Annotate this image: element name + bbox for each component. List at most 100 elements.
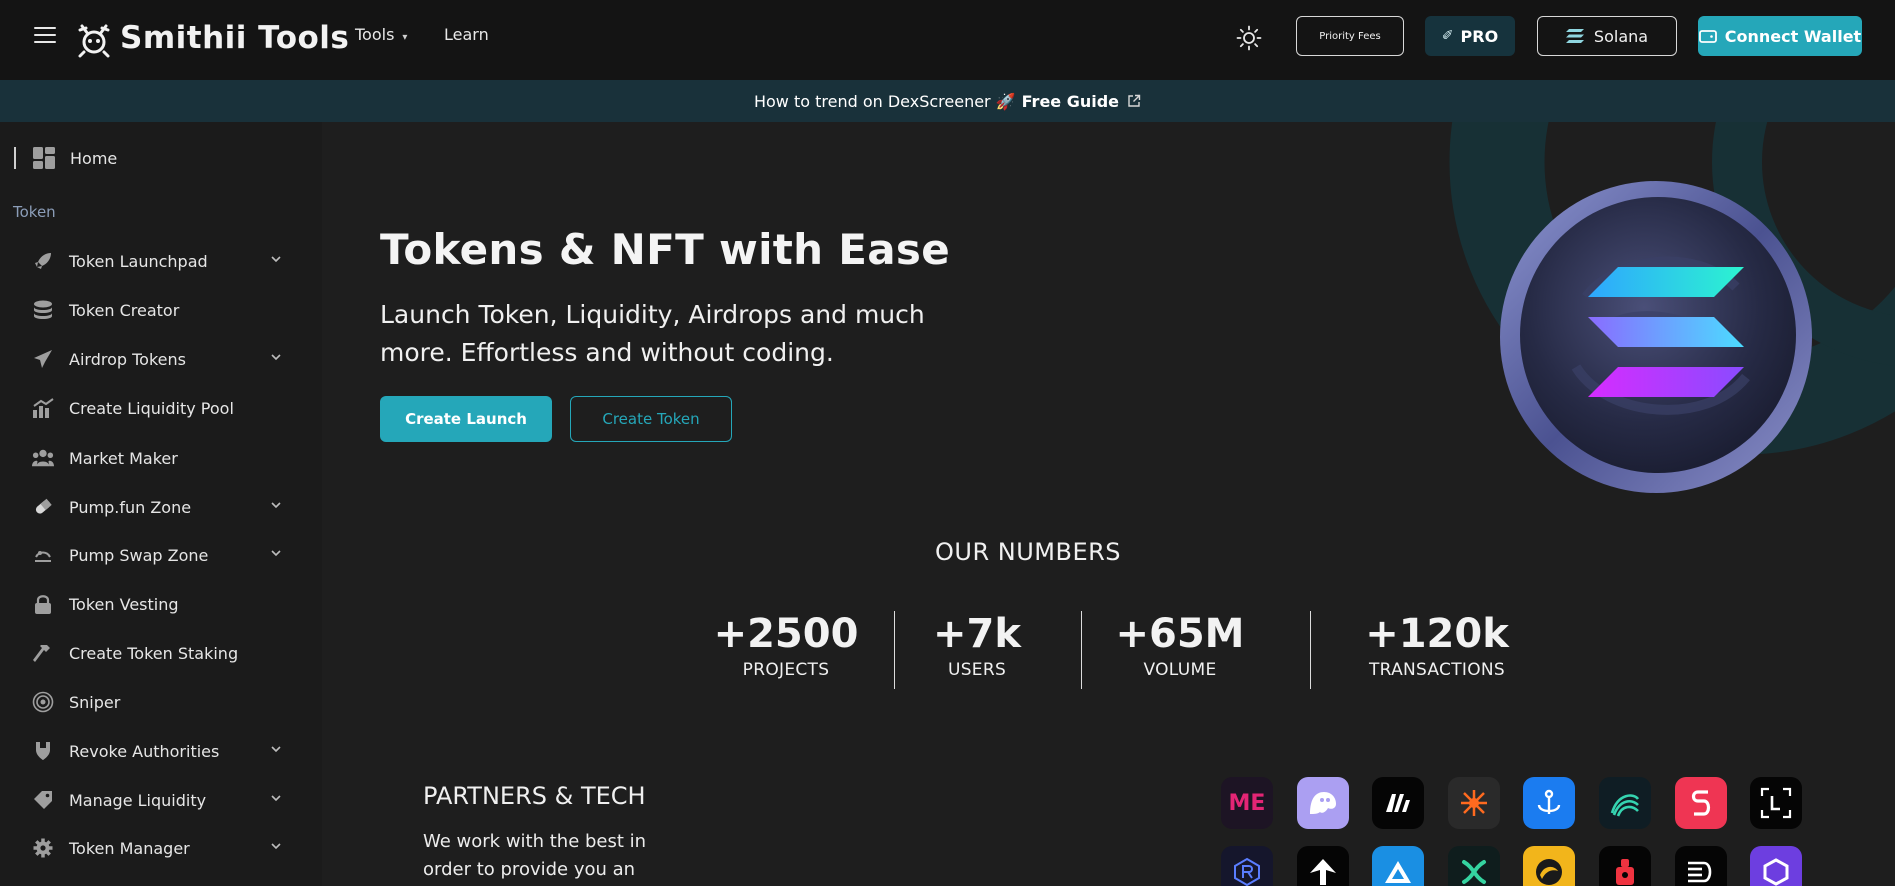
connect-wallet-button[interactable]: Connect Wallet (1698, 16, 1862, 56)
chevron-down-icon[interactable] (270, 840, 282, 852)
sidebar-item-label: Sniper (69, 692, 121, 712)
stat-divider (1081, 611, 1082, 689)
sidebar-item-create-token-staking[interactable]: Create Token Staking (32, 638, 282, 668)
sidebar-item-label: Revoke Authorities (69, 741, 220, 761)
sidebar-item-revoke-authorities[interactable]: Revoke Authorities (32, 736, 282, 766)
target-icon (32, 691, 54, 713)
sidebar-item-pump-swap-zone[interactable]: Pump Swap Zone (32, 540, 282, 570)
sidebar: Home Token Token Launchpad Token Creator… (0, 122, 322, 886)
sidebar-item-label: Token Creator (69, 300, 180, 320)
numbers-title: OUR NUMBERS (934, 538, 1122, 566)
sidebar-item-create-liquidity-pool[interactable]: Create Liquidity Pool (32, 393, 282, 423)
nav-tools-label: Tools (355, 25, 395, 44)
stat-label: TRANSACTIONS (1368, 660, 1506, 680)
l-bracket-logo-icon[interactable] (1750, 777, 1803, 829)
chevron-down-icon[interactable] (270, 743, 282, 755)
swap-icon (32, 544, 54, 566)
chevron-down-icon[interactable] (270, 547, 282, 559)
sidebar-item-label: Airdrop Tokens (69, 349, 186, 369)
pill-icon (32, 496, 54, 518)
pro-button[interactable]: ✐ PRO (1425, 16, 1515, 56)
stat-transactions: +120k TRANSACTIONS (1342, 612, 1532, 680)
stat-projects: +2500 PROJECTS (700, 612, 872, 680)
chevron-down-icon[interactable] (270, 253, 282, 265)
leaf-icon: ✐ (1441, 28, 1454, 44)
stat-label: USERS (947, 660, 1007, 680)
spark-logo-icon[interactable] (1447, 777, 1500, 829)
sidebar-item-manage-liquidity[interactable]: Manage Liquidity (32, 785, 282, 815)
hero-subtitle: Launch Token, Liquidity, Airdrops and mu… (380, 300, 925, 367)
sidebar-item-label: Create Liquidity Pool (69, 398, 234, 418)
chevron-down-icon[interactable] (270, 351, 282, 363)
stat-label: PROJECTS (742, 660, 830, 680)
sidebar-item-label: Create Token Staking (69, 643, 239, 663)
sidebar-item-label: Market Maker (69, 448, 178, 468)
tag-icon (32, 789, 54, 811)
phantom-logo-icon[interactable] (1296, 777, 1349, 829)
d-logo-icon[interactable] (1674, 846, 1727, 886)
sidebar-item-label: Token Vesting (69, 594, 179, 614)
bird-logo-icon[interactable] (1523, 846, 1576, 886)
nav-tools[interactable]: Tools ▾ (355, 25, 407, 44)
main-content: Tokens & NFT with Ease Launch Token, Liq… (322, 122, 1895, 886)
solana-icon (1565, 29, 1584, 43)
sidebar-item-label: Home (70, 148, 118, 168)
triangle-logo-icon[interactable] (1372, 846, 1425, 886)
sidebar-item-market-maker[interactable]: Market Maker (32, 443, 282, 473)
sidebar-item-label: Token Manager (69, 838, 190, 858)
menu-icon[interactable] (34, 27, 56, 45)
coins-icon (32, 299, 54, 321)
sidebar-item-sniper[interactable]: Sniper (32, 687, 282, 717)
smithii-logo-icon (78, 24, 110, 58)
banner-guide-link[interactable]: Free Guide (1022, 92, 1119, 111)
stat-value: +65M (1115, 611, 1245, 657)
sidebar-item-label: Token Launchpad (69, 251, 208, 271)
sidebar-item-home[interactable]: Home (14, 146, 117, 170)
anchor-logo-icon[interactable] (1523, 777, 1576, 829)
external-link-icon (1128, 94, 1141, 107)
sidebar-item-token-vesting[interactable]: Token Vesting (32, 589, 282, 619)
raydium-logo-icon[interactable] (1221, 846, 1273, 886)
active-indicator (14, 147, 16, 169)
m-logo-icon[interactable] (1372, 777, 1425, 829)
network-label: Solana (1593, 26, 1649, 46)
sidebar-item-token-creator[interactable]: Token Creator (32, 295, 282, 325)
theme-toggle-sun-icon[interactable] (1236, 25, 1262, 51)
x-logo-icon[interactable] (1447, 846, 1500, 886)
dashboard-icon (33, 147, 55, 169)
promo-banner[interactable]: How to trend on DexScreener 🚀 Free Guide (0, 80, 1895, 122)
top-header: Smithii Tools Tools ▾ Learn Priority Fees… (0, 0, 1895, 80)
solana-coin-illustration (1500, 181, 1812, 493)
paper-plane-icon (32, 348, 54, 370)
banner-text: How to trend on DexScreener 🚀 (753, 91, 1016, 111)
network-selector-button[interactable]: Solana (1537, 16, 1677, 56)
create-token-button[interactable]: Create Token (570, 396, 732, 442)
stat-label: VOLUME (1143, 660, 1217, 680)
magic-eden-logo-icon[interactable]: ME (1221, 777, 1273, 829)
chart-up-icon (32, 397, 54, 419)
create-launch-button[interactable]: Create Launch (380, 396, 552, 442)
users-icon (32, 447, 54, 469)
wave-logo-icon[interactable] (1599, 777, 1651, 829)
s-logo-icon[interactable] (1674, 777, 1727, 829)
chevron-down-icon[interactable] (270, 792, 282, 804)
stat-value: +7k (933, 611, 1021, 657)
sidebar-item-airdrop-tokens[interactable]: Airdrop Tokens (32, 344, 282, 374)
chevron-down-icon[interactable] (270, 499, 282, 511)
arrow-logo-icon[interactable] (1296, 846, 1349, 886)
sidebar-item-label: Manage Liquidity (69, 790, 207, 810)
hex-logo-icon[interactable] (1750, 846, 1803, 886)
sidebar-item-token-manager[interactable]: Token Manager (32, 833, 282, 863)
stat-users: +7k USERS (917, 612, 1037, 680)
stat-divider (894, 611, 895, 689)
stat-value: +2500 (713, 611, 859, 657)
partners-description: We work with the best in order to provid… (423, 831, 647, 880)
sidebar-section-token: Token (13, 203, 56, 221)
sidebar-item-token-launchpad[interactable]: Token Launchpad (32, 246, 282, 276)
sidebar-item-pump-fun-zone[interactable]: Pump.fun Zone (32, 492, 282, 522)
partners-title: PARTNERS & TECH (423, 782, 646, 810)
nav-learn[interactable]: Learn (444, 25, 489, 44)
priority-fees-button[interactable]: Priority Fees (1296, 16, 1404, 56)
brand-logo[interactable]: Smithii Tools (72, 16, 349, 60)
red-logo-icon[interactable] (1599, 846, 1651, 886)
